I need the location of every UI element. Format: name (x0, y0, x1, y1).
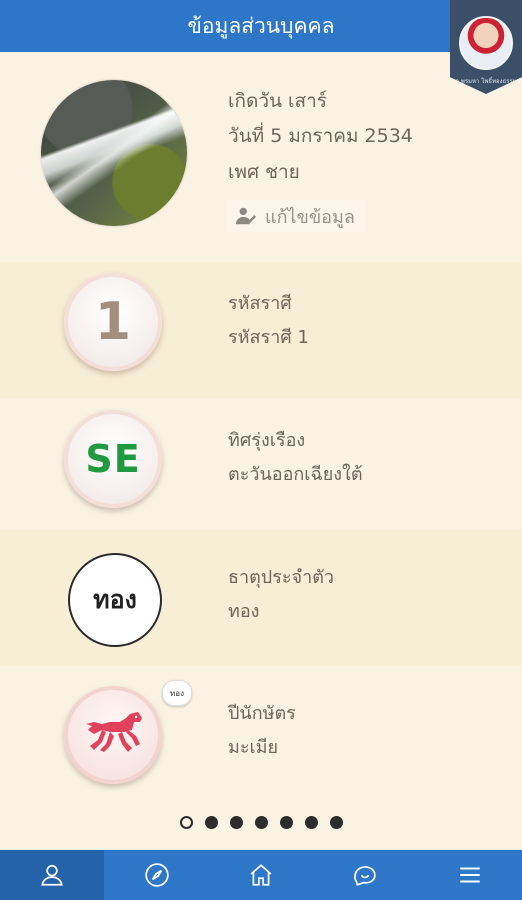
edit-profile-label: แก้ไขข้อมูล (265, 206, 355, 228)
astrologer-portrait (459, 16, 513, 70)
element-label: ธาตุประจำตัว (228, 567, 334, 588)
direction-value: ตะวันออกเฉียงใต้ (228, 464, 363, 485)
person-icon (41, 864, 64, 886)
direction-code: SE (85, 437, 141, 481)
page-title: ข้อมูลส่วนบุคคล (187, 13, 335, 38)
page-dot[interactable] (229, 816, 243, 829)
element-circle: ทอง (68, 553, 162, 647)
animal-year-label: ปีนักษัตร (228, 703, 296, 724)
animal-year-circle (64, 686, 162, 784)
page-dot[interactable] (304, 816, 318, 829)
animal-element-badge: ทอง (162, 680, 192, 706)
edit-profile-button[interactable]: แก้ไขข้อมูล (227, 200, 365, 232)
astrologer-caption: อ.พรมหา โพธิ์ทองธรรม (455, 78, 517, 85)
birth-day-text: เกิดวัน เสาร์ (228, 90, 327, 112)
home-icon (250, 864, 272, 886)
tab-chat[interactable] (313, 850, 417, 900)
birth-date-text: วันที่ 5 มกราคม 2534 (228, 125, 413, 147)
bottom-tab-bar (0, 850, 522, 900)
edit-user-icon (235, 207, 257, 225)
tab-profile[interactable] (0, 850, 105, 900)
zodiac-code-number: 1 (94, 292, 132, 352)
animal-year-value: มะเมีย (228, 737, 279, 758)
page-dot[interactable] (179, 816, 193, 829)
element-value: ทอง (228, 601, 260, 622)
page-header: ข้อมูลส่วนบุคคล (0, 0, 522, 52)
compass-icon (144, 863, 169, 887)
tab-home[interactable] (209, 850, 313, 900)
gender-text: เพศ ชาย (228, 161, 300, 183)
direction-circle: SE (64, 410, 162, 508)
page-dot[interactable] (204, 816, 218, 829)
astrologer-badge[interactable]: อ.พรมหา โพธิ์ทองธรรม (450, 0, 522, 94)
chat-icon (354, 866, 377, 886)
zodiac-code-circle: 1 (64, 273, 162, 371)
zodiac-label: รหัสราศี (228, 293, 292, 314)
horse-icon (86, 712, 142, 752)
page-dot[interactable] (279, 816, 293, 829)
tab-compass[interactable] (104, 850, 208, 900)
direction-label: ทิศรุ่งเรือง (228, 430, 306, 451)
page-dot[interactable] (329, 816, 343, 829)
profile-photo[interactable] (41, 80, 187, 226)
page-dot[interactable] (254, 816, 268, 829)
menu-icon (460, 867, 480, 883)
page-indicator (0, 816, 522, 829)
element-symbol: ทอง (93, 585, 137, 614)
tab-menu[interactable] (418, 850, 522, 900)
zodiac-value: รหัสราศี 1 (228, 327, 309, 348)
